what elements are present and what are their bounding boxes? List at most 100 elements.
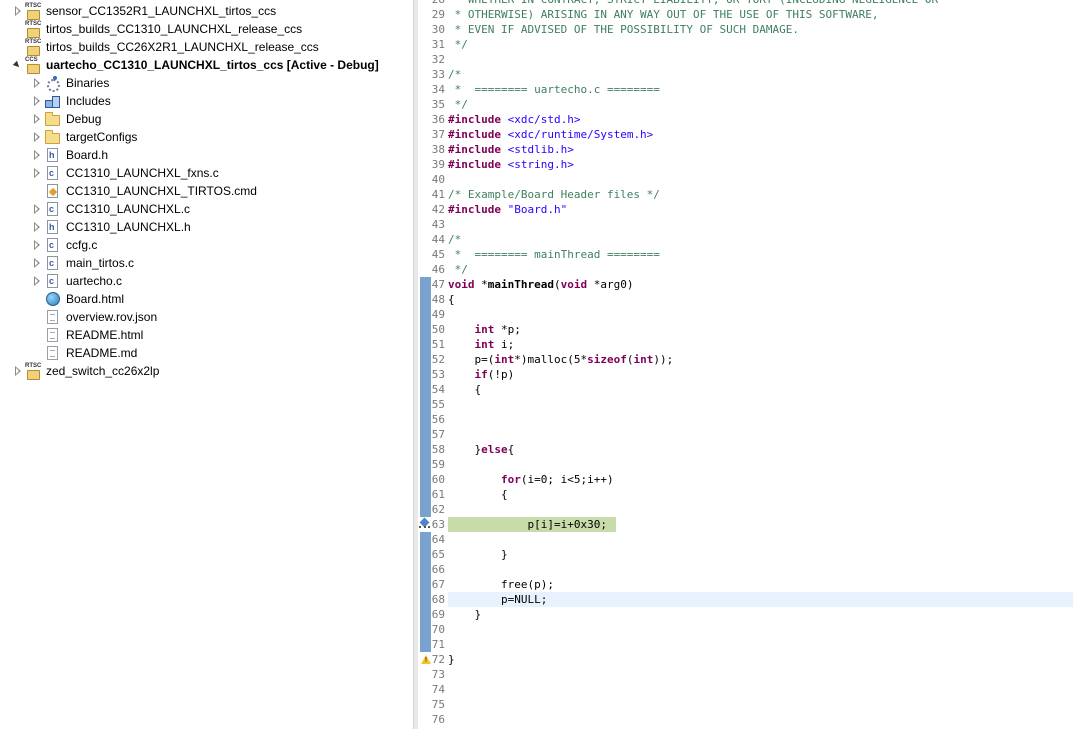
code-line[interactable]: 68 p=NULL; — [418, 592, 1073, 607]
code-line[interactable]: 71 — [418, 637, 1073, 652]
code-line[interactable]: 49 — [418, 307, 1073, 322]
code-line[interactable]: 54 { — [418, 382, 1073, 397]
code-line[interactable]: 46 */ — [418, 262, 1073, 277]
code-line[interactable]: 52 p=(int*)malloc(5*sizeof(int)); — [418, 352, 1073, 367]
code-text[interactable]: for(i=0; i<5;i++) — [448, 472, 614, 487]
code-line[interactable]: 35 */ — [418, 97, 1073, 112]
breakpoint-icon[interactable] — [419, 518, 430, 529]
code-text[interactable]: /* — [448, 67, 461, 82]
collapsed-arrow-icon[interactable] — [14, 2, 24, 20]
tree-item-tirtos-cc26x2[interactable]: RTSC tirtos_builds_CC26X2R1_LAUNCHXL_rele… — [0, 38, 413, 56]
collapsed-arrow-icon[interactable] — [14, 362, 24, 380]
code-text[interactable]: } — [448, 607, 481, 622]
collapsed-arrow-icon[interactable] — [33, 218, 43, 236]
code-text[interactable]: int i; — [448, 337, 515, 352]
code-text[interactable]: { — [448, 382, 481, 397]
code-line[interactable]: 76 — [418, 712, 1073, 727]
code-line[interactable]: 57 — [418, 427, 1073, 442]
collapsed-arrow-icon[interactable] — [33, 146, 43, 164]
tree-item-tirtos-cc1310[interactable]: RTSC tirtos_builds_CC1310_LAUNCHXL_releas… — [0, 20, 413, 38]
code-text[interactable]: #include <xdc/std.h> — [448, 112, 580, 127]
code-line[interactable]: 58 }else{ — [418, 442, 1073, 457]
code-line[interactable]: 73 — [418, 667, 1073, 682]
code-editor[interactable]: 28 * WHETHER IN CONTRACT, STRICT LIABILI… — [418, 0, 1073, 729]
code-line[interactable]: 33/* — [418, 67, 1073, 82]
tree-item-board-h[interactable]: h Board.h — [0, 146, 413, 164]
code-line[interactable]: 37 #include <xdc/runtime/System.h> — [418, 127, 1073, 142]
tree-item-main-tirtos-c[interactable]: c main_tirtos.c — [0, 254, 413, 272]
code-text[interactable]: * ======== uartecho.c ======== — [448, 82, 660, 97]
code-line[interactable]: 45 * ======== mainThread ======== — [418, 247, 1073, 262]
tree-item-launchxl-h[interactable]: h CC1310_LAUNCHXL.h — [0, 218, 413, 236]
collapsed-arrow-icon[interactable] — [33, 128, 43, 146]
code-line[interactable]: 67 free(p); — [418, 577, 1073, 592]
code-line[interactable]: 43 — [418, 217, 1073, 232]
code-line[interactable]: 60 for(i=0; i<5;i++) — [418, 472, 1073, 487]
code-line[interactable]: 50 int *p; — [418, 322, 1073, 337]
code-line[interactable]: 47 void *mainThread(void *arg0) — [418, 277, 1073, 292]
code-line[interactable]: 66 — [418, 562, 1073, 577]
code-text[interactable]: */ — [448, 37, 468, 52]
collapsed-arrow-icon[interactable] — [33, 74, 43, 92]
code-text[interactable]: { — [448, 292, 455, 307]
code-text[interactable]: */ — [448, 262, 468, 277]
code-text[interactable]: /* — [448, 232, 461, 247]
code-line[interactable]: 44/* — [418, 232, 1073, 247]
code-line[interactable]: 36 #include <xdc/std.h> — [418, 112, 1073, 127]
code-text[interactable]: #include "Board.h" — [448, 202, 567, 217]
collapsed-arrow-icon[interactable] — [33, 110, 43, 128]
code-text[interactable]: * ======== mainThread ======== — [448, 247, 660, 262]
code-text[interactable]: * WHETHER IN CONTRACT, STRICT LIABILITY,… — [448, 0, 938, 7]
code-text[interactable]: * OTHERWISE) ARISING IN ANY WAY OUT OF T… — [448, 7, 879, 22]
code-line[interactable]: 55 — [418, 397, 1073, 412]
tree-item-sensor[interactable]: RTSC sensor_CC1352R1_LAUNCHXL_tirtos_ccs — [0, 2, 413, 20]
code-line[interactable]: 29 * OTHERWISE) ARISING IN ANY WAY OUT O… — [418, 7, 1073, 22]
collapsed-arrow-icon[interactable] — [33, 164, 43, 182]
collapsed-arrow-icon[interactable] — [33, 236, 43, 254]
code-line[interactable]: 56 — [418, 412, 1073, 427]
code-text[interactable]: /* Example/Board Header files */ — [448, 187, 660, 202]
code-line[interactable]: 30 * EVEN IF ADVISED OF THE POSSIBILITY … — [418, 22, 1073, 37]
code-text[interactable]: int *p; — [448, 322, 521, 337]
code-line[interactable]: 51 int i; — [418, 337, 1073, 352]
tree-item-launchxl-c[interactable]: c CC1310_LAUNCHXL.c — [0, 200, 413, 218]
code-line[interactable]: 63 p[i]=i+0x30; — [418, 517, 1073, 532]
code-text[interactable]: */ — [448, 97, 468, 112]
code-line[interactable]: 61 { — [418, 487, 1073, 502]
code-text[interactable]: { — [448, 487, 508, 502]
code-text[interactable]: #include <stdlib.h> — [448, 142, 574, 157]
code-line[interactable]: 31 */ — [418, 37, 1073, 52]
collapsed-arrow-icon[interactable] — [33, 200, 43, 218]
tree-item-readme-html[interactable]: README.html — [0, 326, 413, 344]
tree-item-zed-switch[interactable]: RTSC zed_switch_cc26x2lp — [0, 362, 413, 380]
tree-item-targetconfigs[interactable]: targetConfigs — [0, 128, 413, 146]
code-text[interactable]: } — [448, 652, 455, 667]
code-text[interactable]: }else{ — [448, 442, 514, 457]
code-line[interactable]: 65 } — [418, 547, 1073, 562]
code-line[interactable]: 75 — [418, 697, 1073, 712]
code-text[interactable]: void *mainThread(void *arg0) — [448, 277, 633, 292]
code-line[interactable]: 53 if(!p) — [418, 367, 1073, 382]
code-text[interactable]: p[i]=i+0x30; — [448, 517, 606, 532]
code-line[interactable]: 32 — [418, 52, 1073, 67]
tree-item-board-html[interactable]: Board.html — [0, 290, 413, 308]
expanded-arrow-icon[interactable] — [13, 56, 23, 74]
code-line[interactable]: 39 #include <string.h> — [418, 157, 1073, 172]
code-line[interactable]: 28 * WHETHER IN CONTRACT, STRICT LIABILI… — [418, 0, 1073, 7]
code-line[interactable]: 34 * ======== uartecho.c ======== — [418, 82, 1073, 97]
code-text[interactable]: } — [448, 547, 508, 562]
tree-item-uartecho-c[interactable]: c uartecho.c — [0, 272, 413, 290]
code-line[interactable]: 41/* Example/Board Header files */ — [418, 187, 1073, 202]
code-text[interactable]: if(!p) — [448, 367, 515, 382]
code-line[interactable]: 62 — [418, 502, 1073, 517]
code-line[interactable]: 69 } — [418, 607, 1073, 622]
code-line[interactable]: 64 — [418, 532, 1073, 547]
tree-item-includes[interactable]: Includes — [0, 92, 413, 110]
code-line[interactable]: 38 #include <stdlib.h> — [418, 142, 1073, 157]
code-line[interactable]: 74 — [418, 682, 1073, 697]
tree-item-binaries[interactable]: Binaries — [0, 74, 413, 92]
code-line[interactable]: 59 — [418, 457, 1073, 472]
code-line[interactable]: 40 — [418, 172, 1073, 187]
warning-icon[interactable]: ! — [421, 655, 431, 664]
code-text[interactable]: #include <xdc/runtime/System.h> — [448, 127, 653, 142]
